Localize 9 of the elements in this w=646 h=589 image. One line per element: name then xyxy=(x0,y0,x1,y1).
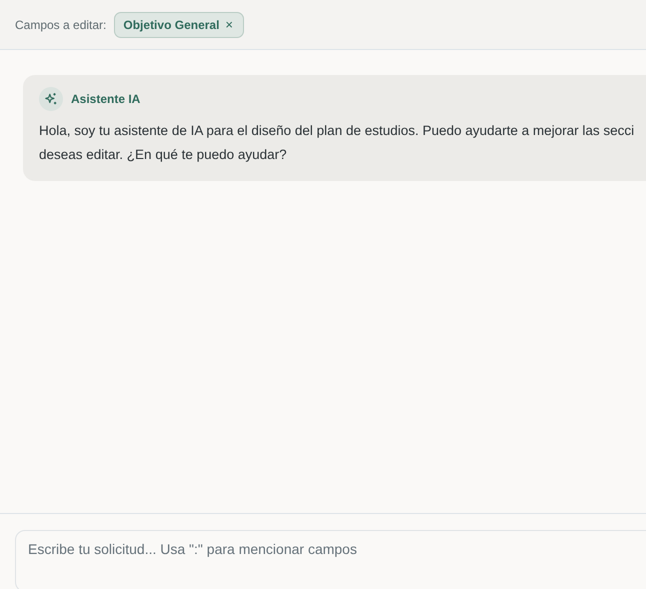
request-input[interactable]: Escribe tu solicitud... Usa ":" para mencionar campos xyxy=(15,530,646,589)
message-text: Hola, soy tu asistente de IA para el diseño del plan de estudios. Puedo ayudarte a mejorar las secci xyxy=(39,122,636,140)
sparkle-icon xyxy=(39,87,63,111)
sender-name: Asistente IA xyxy=(71,92,140,106)
field-chip[interactable]: Objetivo General × xyxy=(114,12,244,38)
fields-label: Campos a editar: xyxy=(15,18,106,32)
chip-label: Objetivo General xyxy=(123,18,220,32)
remove-button[interactable]: × xyxy=(225,18,234,31)
message-text: deseas editar. ¿En qué te puedo ayudar? xyxy=(39,146,288,164)
